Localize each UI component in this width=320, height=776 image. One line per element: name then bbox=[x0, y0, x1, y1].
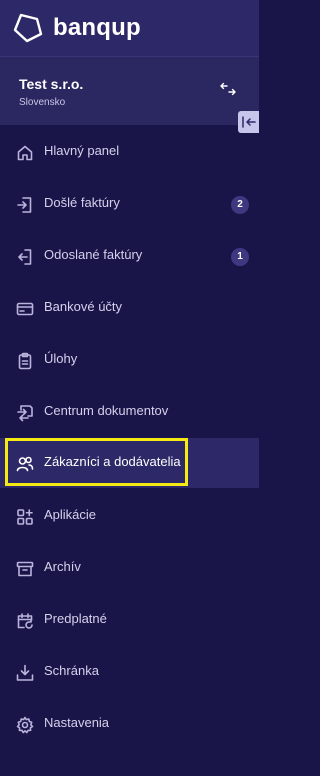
home-icon bbox=[17, 145, 33, 161]
switch-company-icon[interactable] bbox=[219, 82, 237, 96]
nav-item-label: Došlé faktúry bbox=[44, 195, 120, 210]
nav-item-ulohy[interactable]: Úlohy bbox=[0, 334, 259, 386]
outbox-arrow-icon bbox=[18, 249, 32, 265]
banqup-logo-icon[interactable] bbox=[11, 10, 45, 44]
nav-item-nastavenia[interactable]: Nastavenia bbox=[0, 698, 259, 750]
sidebar: banqup Test s.r.o. Slovensko Hlavný pane… bbox=[0, 0, 259, 776]
subscription-calendar-icon bbox=[17, 613, 33, 629]
archive-icon bbox=[16, 561, 34, 577]
nav-item-aplikacie[interactable]: Aplikácie bbox=[0, 490, 259, 542]
count-badge: 2 bbox=[231, 196, 249, 214]
nav-item-zakaznici-a-dodavatelia[interactable]: Zákazníci a dodávatelia bbox=[0, 438, 259, 488]
inbox-arrow-icon bbox=[17, 197, 32, 213]
nav-item-label: Hlavný panel bbox=[44, 143, 120, 158]
nav-item-centrum-dokumentov[interactable]: Centrum dokumentov bbox=[0, 386, 259, 438]
contacts-icon bbox=[16, 456, 34, 472]
nav-item-label: Odoslané faktúry bbox=[44, 247, 143, 262]
documents-exchange-icon bbox=[17, 405, 33, 422]
nav-item-archiv[interactable]: Archív bbox=[0, 542, 259, 594]
nav-item-label: Predplatné bbox=[44, 611, 107, 626]
brand-header: banqup bbox=[0, 0, 259, 56]
nav-item-odoslane-faktury[interactable]: Odoslané faktúry 1 bbox=[0, 230, 259, 282]
company-country: Slovensko bbox=[19, 97, 66, 108]
nav-item-label: Archív bbox=[44, 559, 81, 574]
card-icon bbox=[16, 302, 34, 316]
nav-item-label: Schránka bbox=[44, 663, 99, 678]
apps-icon bbox=[17, 509, 33, 525]
nav-item-label: Aplikácie bbox=[44, 507, 97, 522]
clipboard-icon bbox=[18, 352, 32, 370]
nav-item-label: Nastavenia bbox=[44, 715, 110, 730]
nav-item-dosle-faktury[interactable]: Došlé faktúry 2 bbox=[0, 178, 259, 230]
nav-item-predplatne[interactable]: Predplatné bbox=[0, 594, 259, 646]
nav-item-label: Bankové účty bbox=[44, 299, 123, 314]
nav-item-label: Zákazníci a dodávatelia bbox=[44, 454, 181, 469]
settings-icon bbox=[16, 716, 34, 734]
company-name: Test s.r.o. bbox=[19, 76, 84, 92]
count-badge: 1 bbox=[231, 248, 249, 266]
nav-item-label: Centrum dokumentov bbox=[44, 403, 169, 418]
nav-item-label: Úlohy bbox=[44, 351, 78, 366]
download-tray-icon bbox=[16, 664, 34, 681]
nav-item-schranka[interactable]: Schránka bbox=[0, 646, 259, 698]
nav-item-hlavny-panel[interactable]: Hlavný panel bbox=[0, 126, 259, 178]
nav-item-bankove-ucty[interactable]: Bankové účty bbox=[0, 282, 259, 334]
brand-name: banqup bbox=[53, 14, 141, 41]
